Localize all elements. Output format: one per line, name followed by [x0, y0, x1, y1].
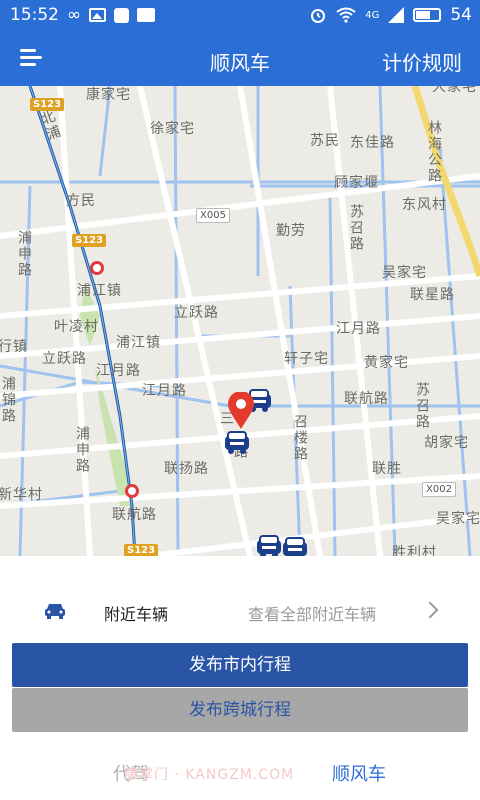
publish-intercity-trip-button[interactable]: 发布跨城行程: [12, 688, 468, 732]
card-icon: [137, 8, 156, 22]
bottom-panel: 附近车辆 查看全部附近车辆 发布市内行程 发布跨城行程 代驾 康掌门 · KAN…: [0, 556, 480, 800]
network-type: 4G: [365, 9, 380, 21]
map-label: 浦申路: [16, 230, 32, 278]
map-label: 联航路: [344, 391, 389, 407]
map-label: 吴家宅: [382, 265, 427, 281]
status-left: 15:52 ∞: [10, 5, 156, 25]
map-label: 联航路: [112, 507, 157, 523]
map-label: 联星路: [410, 287, 455, 303]
nearby-vehicles-label: 附近车辆: [104, 605, 169, 624]
photo-icon: [89, 8, 107, 22]
car-icon: [45, 604, 65, 619]
battery-icon: [413, 8, 442, 22]
map-label: 浦江镇: [116, 335, 161, 351]
road-shield: S123: [30, 98, 65, 111]
app-header: 顺风车 计价规则: [0, 32, 480, 86]
infinity-icon: ∞: [67, 5, 82, 25]
map-label: 行镇: [0, 339, 28, 355]
bottom-tabs: 代驾 康掌门 · KANGZM.COM 顺风车: [0, 752, 480, 800]
nearby-vehicles-row[interactable]: 附近车辆 查看全部附近车辆: [0, 590, 480, 634]
map-label: 江月路: [336, 321, 381, 337]
road-shield: X002: [422, 482, 456, 497]
metro-station-icon: [90, 261, 104, 275]
pricing-rules-link[interactable]: 计价规则: [382, 47, 462, 76]
map-label: 东佳路: [350, 135, 395, 151]
map-label: 新华村: [0, 487, 43, 503]
map-label: 徐家宅: [150, 121, 195, 137]
map-label: 苏召路: [414, 382, 430, 430]
road-shield: S123: [124, 544, 159, 556]
battery-level: 54: [450, 5, 472, 25]
map-label: 浦江镇: [77, 283, 122, 299]
bag-icon: [114, 7, 130, 23]
map-label: 林海公路: [426, 120, 442, 184]
map-label: 江月路: [142, 383, 187, 399]
metro-station-icon: [125, 484, 139, 498]
map-label: 胜利村: [392, 545, 437, 556]
map-label: 江月路: [96, 363, 141, 379]
map-label: 大家宅: [432, 86, 477, 95]
publish-city-trip-button[interactable]: 发布市内行程: [12, 643, 468, 687]
wifi-icon: [336, 7, 356, 23]
tab-shunfeng[interactable]: 顺风车: [332, 760, 386, 786]
signal-icon: [388, 7, 405, 23]
car-marker-icon[interactable]: [280, 528, 310, 556]
map-label: 黄家宅: [364, 355, 409, 371]
status-time: 15:52: [10, 5, 59, 25]
map-label: 联扬路: [164, 461, 209, 477]
status-bar: 15:52 ∞ 4G 54: [0, 0, 480, 32]
map-label: 吴家宅: [436, 511, 480, 527]
map-label: 康家宅: [86, 87, 131, 103]
map-label: 立跃路: [174, 305, 219, 321]
view-all-nearby-link[interactable]: 查看全部附近车辆: [248, 601, 376, 625]
map-label: 方民: [66, 193, 96, 209]
map-label: 叶凌村: [54, 319, 99, 335]
map-label: 立跃路: [42, 351, 87, 367]
map-label: 东风村: [402, 197, 447, 213]
road-shield: S123: [72, 234, 107, 247]
map-label: 苏召路: [348, 204, 364, 252]
status-right: 4G 54: [309, 5, 472, 25]
chevron-right-icon: [421, 601, 439, 619]
location-pin-icon[interactable]: [227, 392, 255, 430]
watermark: 康掌门 · KANGZM.COM: [124, 767, 295, 783]
map-label: 召楼路: [292, 414, 308, 462]
map-label: 联胜: [372, 461, 402, 477]
alarm-icon: [311, 9, 326, 23]
map-label: 顾家堰: [334, 175, 379, 191]
map-label: 胡家宅: [424, 435, 469, 451]
app-root: 15:52 ∞ 4G 54 顺风车 计价规则 康家宅 徐家宅 苏民 东佳路 大家…: [0, 0, 480, 800]
map-label: 苏民: [310, 133, 340, 149]
map-label: 浦锦路: [0, 376, 16, 424]
map-label: 浦申路: [74, 426, 90, 474]
map-label: 勤劳: [276, 223, 306, 239]
map-view[interactable]: 康家宅 徐家宅 苏民 东佳路 大家宅 顾家堰 东风村 勤劳 吴家宅 联星路 方民…: [0, 86, 480, 556]
map-label: 轩子宅: [284, 351, 329, 367]
road-shield: X005: [196, 208, 230, 223]
